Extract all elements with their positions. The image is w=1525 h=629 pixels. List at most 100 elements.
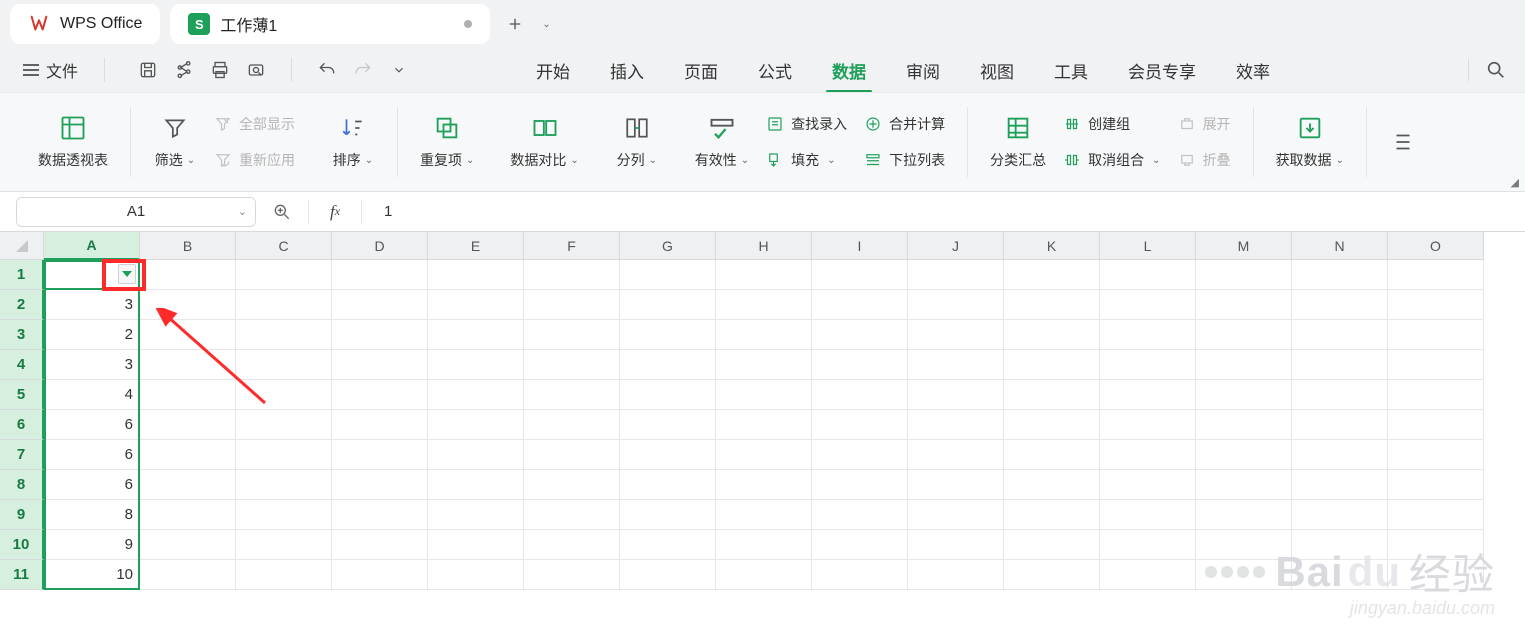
tab-tools[interactable]: 工具 [1052,50,1090,91]
col-header-H[interactable]: H [716,232,812,260]
cell-grid[interactable]: 3 2 3 4 6 6 6 8 9 10 [44,260,1525,629]
cell[interactable] [1292,290,1388,320]
cell[interactable] [908,530,1004,560]
cell-A7[interactable]: 6 [44,440,140,470]
cell[interactable] [524,470,620,500]
filter-button[interactable]: 筛选⌄ [145,114,205,170]
row-header[interactable]: 2 [0,290,44,320]
cell[interactable] [332,530,428,560]
cell[interactable] [236,410,332,440]
cell[interactable] [332,440,428,470]
cell[interactable] [620,440,716,470]
cell[interactable] [524,500,620,530]
cell[interactable] [1292,530,1388,560]
cell[interactable] [716,500,812,530]
cell[interactable] [428,320,524,350]
cell[interactable] [716,290,812,320]
col-header-G[interactable]: G [620,232,716,260]
cell[interactable] [236,290,332,320]
cell[interactable] [1292,260,1388,290]
cell[interactable] [428,500,524,530]
cell[interactable] [236,380,332,410]
cell-dropdown-icon[interactable] [118,264,136,284]
cell[interactable] [524,260,620,290]
cell-A2[interactable]: 3 [44,290,140,320]
cell[interactable] [812,410,908,440]
cell-A3[interactable]: 2 [44,320,140,350]
cell[interactable] [332,380,428,410]
cell[interactable] [1100,350,1196,380]
data-compare-button[interactable]: 数据对比⌄ [502,114,586,170]
cell[interactable] [140,350,236,380]
show-all-button[interactable]: 全部显示 [209,110,299,138]
cell[interactable] [1004,260,1100,290]
cell[interactable] [428,440,524,470]
collapse-button[interactable]: 折叠 [1173,146,1235,174]
tab-insert[interactable]: 插入 [608,50,646,91]
cell[interactable] [140,530,236,560]
cell[interactable] [1004,410,1100,440]
cell[interactable] [236,470,332,500]
expand-button[interactable]: 展开 [1173,110,1235,138]
cell[interactable] [1196,530,1292,560]
cell[interactable] [908,290,1004,320]
name-box[interactable]: A1 ⌄ [16,197,256,227]
col-header-L[interactable]: L [1100,232,1196,260]
chevron-down-icon[interactable]: ⌄ [238,205,247,218]
cell[interactable] [716,560,812,590]
new-tab-button[interactable] [500,9,530,39]
cell-A4[interactable]: 3 [44,350,140,380]
cell[interactable] [716,470,812,500]
cell[interactable] [812,290,908,320]
cell[interactable] [1388,470,1484,500]
cell[interactable] [332,500,428,530]
cell[interactable] [1292,470,1388,500]
ribbon-collapse-icon[interactable]: ◢ [1507,174,1523,191]
cell[interactable] [1196,560,1292,590]
cell[interactable] [332,410,428,440]
cell[interactable] [1196,350,1292,380]
cell[interactable] [812,350,908,380]
cell[interactable] [1196,320,1292,350]
cell[interactable] [332,320,428,350]
tab-data[interactable]: 数据 [830,50,868,91]
cell[interactable] [1196,470,1292,500]
cell[interactable] [908,470,1004,500]
cell[interactable] [1100,500,1196,530]
cell[interactable] [716,410,812,440]
cell[interactable] [1004,290,1100,320]
cell[interactable] [524,290,620,320]
tab-formula[interactable]: 公式 [756,50,794,91]
share-icon[interactable] [173,59,195,81]
cell[interactable] [1196,410,1292,440]
pivot-table-button[interactable]: 数据透视表 [30,114,116,170]
cell[interactable] [1004,500,1100,530]
cell[interactable] [1100,530,1196,560]
cell[interactable] [140,500,236,530]
cell[interactable] [524,350,620,380]
col-header-I[interactable]: I [812,232,908,260]
cell[interactable] [1388,260,1484,290]
cell[interactable] [1388,560,1484,590]
duplicates-button[interactable]: 重复项⌄ [412,114,482,170]
row-header[interactable]: 3 [0,320,44,350]
cell[interactable] [236,260,332,290]
validity-button[interactable]: 有效性⌄ [687,114,757,170]
formula-input[interactable] [376,192,1509,231]
cell[interactable] [1004,350,1100,380]
cell[interactable] [716,320,812,350]
ungroup-button[interactable]: 取消组合⌄ [1058,146,1164,174]
cell[interactable] [140,470,236,500]
cell[interactable] [140,320,236,350]
col-header-M[interactable]: M [1196,232,1292,260]
subtotal-button[interactable]: 分类汇总 [982,114,1054,170]
cell[interactable] [236,500,332,530]
cell[interactable] [236,530,332,560]
cell[interactable] [1292,380,1388,410]
lookup-icon[interactable] [270,200,294,224]
cell[interactable] [1292,410,1388,440]
col-header-C[interactable]: C [236,232,332,260]
cell[interactable] [908,320,1004,350]
tab-review[interactable]: 审阅 [904,50,942,91]
cell[interactable] [620,410,716,440]
